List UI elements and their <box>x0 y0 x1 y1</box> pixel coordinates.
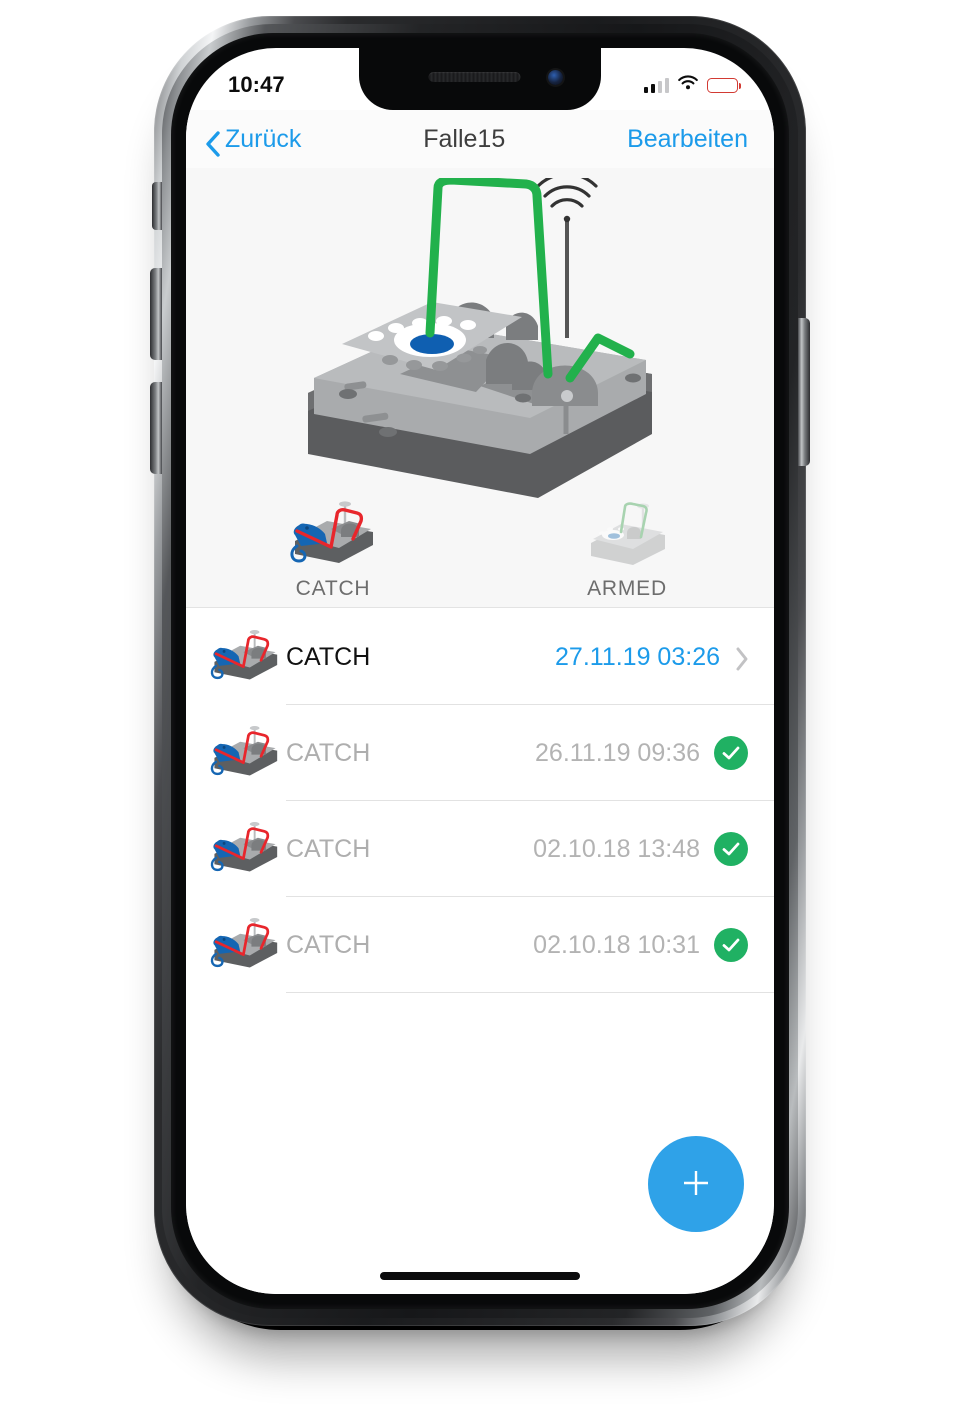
power-button[interactable] <box>798 318 810 466</box>
row-timestamp: 27.11.19 03:26 <box>555 642 720 671</box>
smart-mousetrap-illustration <box>280 172 680 543</box>
chevron-left-icon <box>204 130 222 157</box>
row-label: CATCH <box>286 834 371 863</box>
trap-catch-icon <box>204 820 286 878</box>
mute-switch-button[interactable] <box>152 182 162 230</box>
back-button[interactable]: Zurück <box>204 124 302 157</box>
device-status-row: CATCH ARMED <box>186 495 774 601</box>
row-divider <box>286 992 774 993</box>
plus-icon <box>677 1164 715 1205</box>
row-label: CATCH <box>286 642 371 671</box>
check-circle-icon[interactable] <box>714 928 748 962</box>
trap-catch-icon <box>287 495 379 571</box>
device-hero-panel: CATCH ARMED <box>186 168 774 608</box>
status-armed-label: ARMED <box>587 577 667 600</box>
status-catch-label: CATCH <box>295 577 371 600</box>
front-camera <box>548 70 563 85</box>
row-timestamp: 26.11.19 09:36 <box>535 738 700 767</box>
cellular-signal-icon <box>643 77 669 93</box>
wifi-icon <box>677 74 699 96</box>
status-catch[interactable]: CATCH <box>186 495 480 601</box>
navigation-bar: Zurück Falle15 Bearbeiten <box>186 110 774 168</box>
table-row[interactable]: CATCH 02.10.18 10:31 <box>186 897 774 993</box>
notch <box>359 48 601 110</box>
chevron-right-icon[interactable] <box>734 645 748 671</box>
volume-up-button[interactable] <box>150 268 162 360</box>
row-timestamp: 02.10.18 13:48 <box>533 834 700 863</box>
status-bar-indicators <box>643 74 741 96</box>
table-row[interactable]: CATCH 26.11.19 09:36 <box>186 705 774 801</box>
status-armed[interactable]: ARMED <box>480 495 774 601</box>
battery-low-icon <box>707 77 741 93</box>
status-bar-time: 10:47 <box>228 72 285 97</box>
trap-armed-icon <box>581 495 673 571</box>
table-row[interactable]: CATCH 27.11.19 03:26 <box>186 609 774 705</box>
row-label: CATCH <box>286 738 371 767</box>
row-timestamp: 02.10.18 10:31 <box>533 930 700 959</box>
page-title: Falle15 <box>423 124 506 153</box>
home-indicator[interactable] <box>380 1272 580 1280</box>
phone-screen: 10:47 Zurück Falle15 Bearbeiten CATCH AR… <box>186 48 774 1294</box>
edit-button[interactable]: Bearbeiten <box>627 125 748 154</box>
back-button-label: Zurück <box>225 124 302 153</box>
screenshot-root: 10:47 Zurück Falle15 Bearbeiten CATCH AR… <box>0 0 960 1411</box>
table-row[interactable]: CATCH 02.10.18 13:48 <box>186 801 774 897</box>
earpiece-speaker <box>428 72 521 82</box>
volume-down-button[interactable] <box>150 382 162 474</box>
add-button[interactable] <box>648 1136 744 1232</box>
check-circle-icon[interactable] <box>714 832 748 866</box>
trap-catch-icon <box>204 628 286 686</box>
trap-catch-icon <box>204 724 286 782</box>
row-label: CATCH <box>286 930 371 959</box>
check-circle-icon[interactable] <box>714 736 748 770</box>
trap-catch-icon <box>204 916 286 974</box>
